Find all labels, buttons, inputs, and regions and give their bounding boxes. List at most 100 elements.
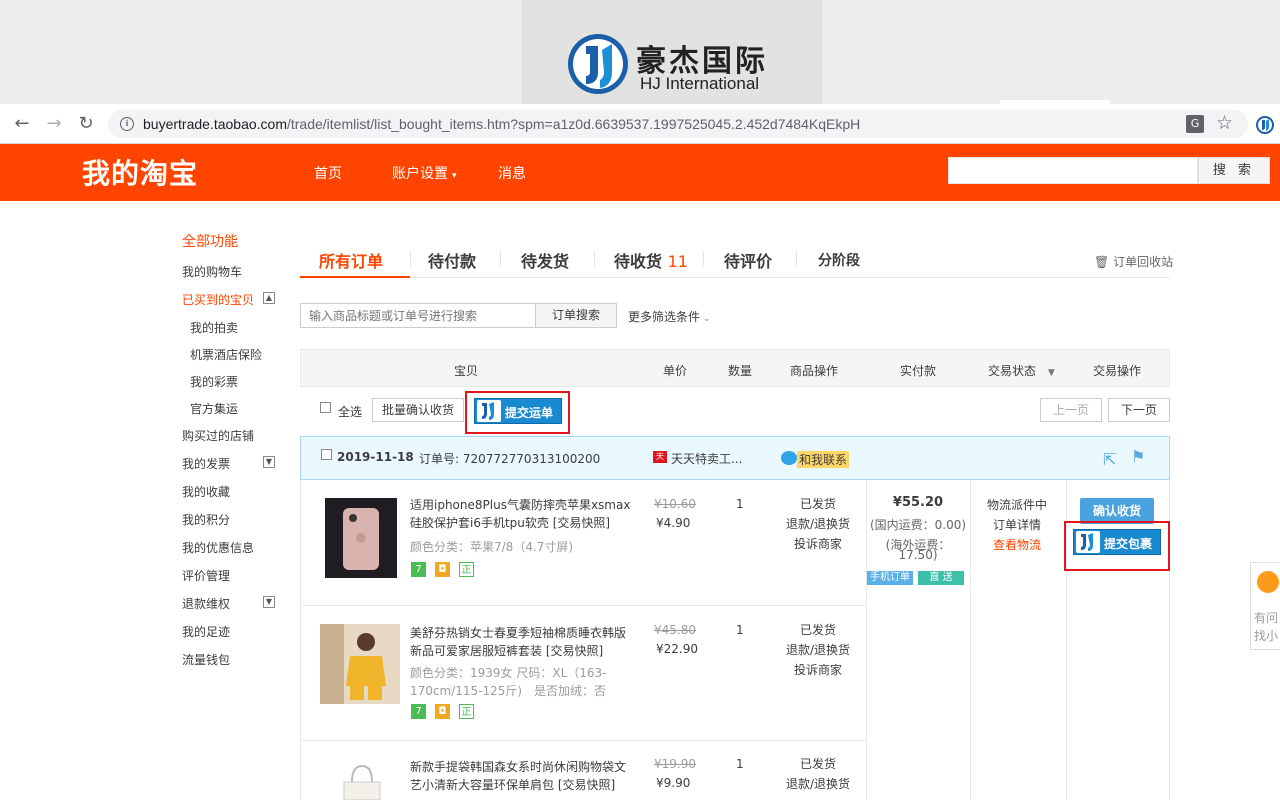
url-host: buyertrade.taobao.com [143,116,287,132]
col-paid: 实付款 [900,364,937,378]
info-icon[interactable]: i [120,117,134,131]
sidebar-title[interactable]: 全部功能 [182,231,238,251]
view-logistics-link[interactable]: 查看物流 [972,535,1062,555]
sidebar-item-shops[interactable]: 购买过的店铺 [182,427,254,444]
item-image[interactable] [320,624,400,704]
sidebar-item-invoice[interactable]: 我的发票 [182,455,230,472]
order-checkbox[interactable] [321,449,332,460]
nav-account-settings[interactable]: 账户设置 ▾ [392,163,457,183]
tab-pending-receipt-label: 待收货 [614,252,663,271]
sidebar-item-favorites[interactable]: 我的收藏 [182,483,230,500]
tab-pending-shipment[interactable]: 待发货 [521,248,569,272]
select-all-checkbox[interactable] [320,402,331,413]
tab-separator [796,251,797,267]
col-trade-status-label: 交易状态 [988,364,1037,378]
item-title-link[interactable]: 美舒芬热销女士春夏季短袖棉质睡衣韩版新品可爱家居服短裤套装 [交易快照] [410,624,632,660]
item-original-price: ¥45.80 [654,623,696,637]
item-price: ¥22.90 [656,642,698,656]
recycle-bin-link[interactable]: 🗑 订单回收站 [1094,253,1173,270]
contact-seller-button[interactable]: 和我联系 [797,451,850,468]
sidebar-item-travel[interactable]: 机票酒店保险 [190,346,262,363]
sidebar-item-reviews[interactable]: 评价管理 [182,567,230,584]
logistics-status: 物流派件中 [986,498,1047,512]
header-search-input[interactable] [948,157,1198,184]
tabs-divider [300,277,1170,278]
order-search-button[interactable]: 订单搜索 [535,303,617,328]
prev-page-button[interactable]: 上一页 [1040,398,1102,422]
submit-waybill-button[interactable]: 提交运单 [474,398,562,424]
refund-link[interactable]: 退款/退换货 [778,774,858,794]
reload-icon[interactable]: ↻ [76,114,96,134]
expand-icon[interactable]: ▼ [263,596,275,608]
select-all-label[interactable]: 全选 [338,403,362,420]
order-details-link[interactable]: 订单详情 [972,515,1062,535]
order-table-header: 宝贝 单价 数量 商品操作 实付款 交易状态 ▼ 交易操作 [300,349,1170,387]
sidebar-item-data-wallet[interactable]: 流量钱包 [182,651,230,668]
hj-extension-icon[interactable] [1256,116,1274,134]
seven-day-return-icon: 7 [411,704,426,719]
tab-all-orders[interactable]: 所有订单 [319,248,383,272]
order-search-input[interactable] [300,303,536,328]
sidebar-item-bought[interactable]: 已买到的宝贝 [182,291,254,308]
sidebar-item-consolidation[interactable]: 官方集运 [190,400,238,417]
sidebar-item-lottery[interactable]: 我的彩票 [190,373,238,390]
refund-link[interactable]: 退款/退换货 [778,640,858,660]
order-total: ¥55.20 [892,495,944,510]
expand-icon[interactable]: ▼ [263,456,275,468]
forward-icon[interactable]: → [44,114,64,134]
item-image[interactable] [340,764,384,800]
more-filters-label: 更多筛选条件 [628,310,701,324]
refund-link[interactable]: 退款/退换货 [778,514,858,534]
batch-confirm-button[interactable]: 批量确认收货 [372,398,464,422]
tab-installments[interactable]: 分阶段 [818,250,860,270]
chevron-down-icon: ⌄ [700,314,711,324]
sidebar-item-coupons[interactable]: 我的优惠信息 [182,539,254,556]
flag-icon[interactable]: ⚑ [1131,447,1145,466]
caret-down-icon: ▼ [1047,368,1055,378]
column-divider [866,480,867,800]
sidebar-item-points[interactable]: 我的积分 [182,511,230,528]
tab-pending-payment[interactable]: 待付款 [428,248,476,272]
active-tab-indicator [300,276,410,278]
sidebar-item-footprint[interactable]: 我的足迹 [182,623,230,640]
complain-link[interactable]: 投诉商家 [778,660,858,680]
col-trade-status[interactable]: 交易状态 ▼ [988,362,1055,379]
item-image[interactable] [325,498,397,578]
wangwang-icon [781,451,797,465]
tab-pending-review[interactable]: 待评价 [724,248,772,272]
col-item: 宝贝 [454,364,479,378]
tab-separator [703,251,704,267]
share-icon[interactable]: ⇱ [1103,450,1116,469]
sidebar-item-cart[interactable]: 我的购物车 [182,263,242,280]
pending-count-badge: 11 [667,252,688,271]
next-page-button[interactable]: 下一页 [1108,398,1170,422]
sidebar-item-auction[interactable]: 我的拍卖 [190,319,238,336]
item-shipped-status: 已发货 [799,757,836,771]
translate-icon[interactable]: G [1186,115,1204,133]
back-icon[interactable]: ← [12,114,32,134]
collapse-icon[interactable]: ▲ [263,292,275,304]
more-filters-link[interactable]: 更多筛选条件 ⌄ [628,308,710,325]
item-sku: 颜色分类：苹果7/8（4.7寸屏) [410,540,574,554]
sidebar-item-refunds[interactable]: 退款维权 [182,595,230,612]
nav-account-label: 账户设置 [392,166,448,182]
my-taobao-logo[interactable]: 我的淘宝 [82,152,198,192]
tab-separator [410,251,411,267]
address-bar[interactable]: i buyertrade.taobao.com/trade/itemlist/l… [108,110,1248,138]
nav-home[interactable]: 首页 [314,163,342,183]
nav-messages[interactable]: 消息 [498,163,526,183]
item-quantity: 1 [736,757,744,771]
submit-package-button[interactable]: 提交包裹 [1073,529,1161,555]
url-text[interactable]: buyertrade.taobao.com/trade/itemlist/lis… [143,116,860,132]
tab-pending-receipt[interactable]: 待收货 11 [614,248,688,272]
item-title-link[interactable]: 适用iphone8Plus气囊防摔壳苹果xsmax硅胶保护套i6手机tpu软壳 … [410,496,632,532]
complain-link[interactable]: 投诉商家 [778,534,858,554]
star-icon[interactable]: ☆ [1216,112,1233,134]
domestic-shipping: (国内运费：0.00) [869,518,967,532]
item-title-link[interactable]: 新款手提袋韩国森女系时尚休闲购物袋文艺小清新大容量环保单肩包 [交易快照] [410,758,632,794]
hj-mark-icon [477,400,501,422]
header-search-button[interactable]: 搜 索 [1198,157,1270,184]
help-side-tab[interactable]: 有问 找小 [1250,562,1280,650]
shop-name-link[interactable]: 天天特卖工... [671,450,742,467]
row-divider [301,605,866,606]
